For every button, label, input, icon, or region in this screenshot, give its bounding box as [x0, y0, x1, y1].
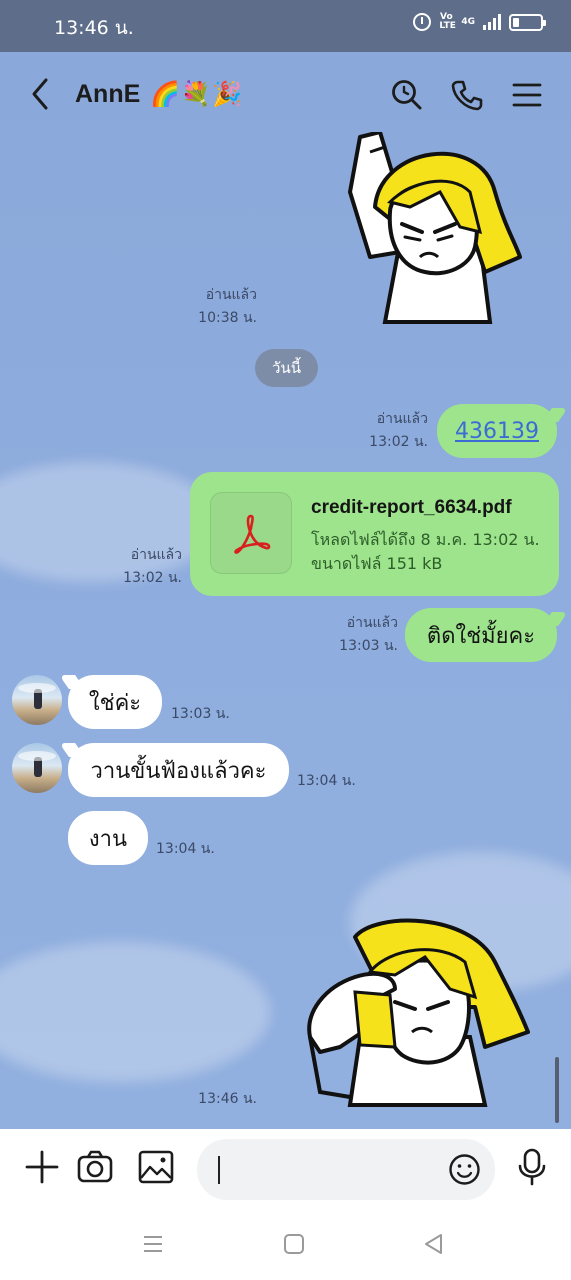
- file-size: ขนาดไฟล์ 151 kB: [311, 554, 443, 573]
- message-time: 13:02 น.: [369, 434, 428, 450]
- read-receipt: อ่านแล้ว: [205, 287, 257, 303]
- file-thumbnail: [210, 492, 292, 574]
- status-icons: Vo LTE 4G: [413, 12, 546, 31]
- text-caret: [218, 1156, 220, 1184]
- file-name: credit-report_6634.pdf: [311, 497, 512, 518]
- status-time: 13:46 น.: [54, 17, 134, 39]
- cloud-decoration: [0, 462, 220, 582]
- file-expiry: โหลดไฟล์ได้ถึง 8 ม.ค. 13:02 น.: [311, 530, 540, 549]
- emoji-icon[interactable]: [448, 1153, 481, 1186]
- message-meta: อ่านแล้ว 13:02 น.: [360, 408, 428, 454]
- message-time: 13:46 น.: [198, 1091, 257, 1107]
- message-time: 13:03 น.: [339, 638, 398, 654]
- contact-avatar[interactable]: [12, 743, 62, 793]
- signal-icon: [483, 14, 501, 30]
- received-message-bubble[interactable]: วานขั้นฟ้องแล้วคะ: [68, 743, 289, 797]
- chat-scrollbar[interactable]: [555, 1057, 559, 1123]
- menu-icon[interactable]: [510, 78, 544, 112]
- read-receipt: อ่านแล้ว: [130, 547, 182, 563]
- system-nav-bar: [0, 1209, 571, 1280]
- volte-indicator: Vo LTE: [439, 12, 456, 31]
- search-icon[interactable]: [390, 78, 424, 112]
- message-link[interactable]: 436139: [455, 419, 539, 444]
- network-type: 4G: [461, 17, 475, 27]
- camera-icon[interactable]: [75, 1147, 115, 1187]
- received-message-bubble[interactable]: งาน: [68, 811, 148, 865]
- contact-emojis: 🌈💐🎉: [150, 81, 243, 108]
- message-text: วานขั้นฟ้องแล้วคะ: [90, 758, 267, 784]
- message-input-bar: [0, 1129, 571, 1209]
- file-message-card[interactable]: credit-report_6634.pdf โหลดไฟล์ได้ถึง 8 …: [190, 472, 559, 596]
- message-meta: อ่านแล้ว 10:38 น.: [190, 284, 257, 330]
- pdf-icon: [234, 514, 271, 554]
- battery-icon: [509, 13, 546, 31]
- status-bar: 13:46 น. Vo LTE 4G: [0, 0, 571, 52]
- message-time: 13:03 น.: [171, 706, 230, 722]
- cloud-decoration: [0, 942, 270, 1082]
- message-time: 13:04 น.: [297, 773, 356, 789]
- sticker-image[interactable]: [330, 132, 530, 327]
- recent-apps-icon[interactable]: [140, 1231, 166, 1257]
- message-time: 13:02 น.: [123, 570, 182, 586]
- message-meta: อ่านแล้ว 13:02 น.: [114, 544, 182, 590]
- sticker-image[interactable]: [300, 917, 530, 1107]
- chat-area[interactable]: AnnE 🌈💐🎉 อ่านแล้ว 10:38 น. วันนี้ อ่านแล…: [0, 52, 571, 1129]
- read-receipt: อ่านแล้ว: [376, 411, 428, 427]
- sent-message-bubble[interactable]: 436139: [437, 404, 557, 458]
- message-time: 13:04 น.: [156, 841, 215, 857]
- chat-header: AnnE 🌈💐🎉: [0, 52, 571, 136]
- plus-icon[interactable]: [22, 1147, 62, 1187]
- alarm-icon: [413, 13, 432, 31]
- mic-icon[interactable]: [512, 1147, 552, 1187]
- phone-icon[interactable]: [450, 78, 484, 112]
- contact-name: AnnE: [75, 80, 141, 108]
- read-receipt: อ่านแล้ว: [346, 615, 398, 631]
- contact-title[interactable]: AnnE 🌈💐🎉: [75, 80, 243, 109]
- image-icon[interactable]: [136, 1147, 176, 1187]
- message-text: ติดใช่มั้ยคะ: [426, 623, 536, 649]
- message-meta: อ่านแล้ว 13:03 น.: [330, 612, 398, 658]
- message-text: ใช่ค่ะ: [88, 690, 142, 716]
- message-input[interactable]: [197, 1139, 495, 1200]
- message-text: งาน: [88, 826, 128, 852]
- received-message-bubble[interactable]: ใช่ค่ะ: [68, 675, 162, 729]
- contact-avatar[interactable]: [12, 675, 62, 725]
- home-icon[interactable]: [281, 1231, 307, 1257]
- back-icon[interactable]: [26, 76, 56, 112]
- message-time: 10:38 น.: [198, 310, 257, 326]
- back-nav-icon[interactable]: [421, 1231, 447, 1257]
- date-divider: วันนี้: [255, 349, 318, 387]
- sent-message-bubble[interactable]: ติดใช่มั้ยคะ: [405, 608, 557, 662]
